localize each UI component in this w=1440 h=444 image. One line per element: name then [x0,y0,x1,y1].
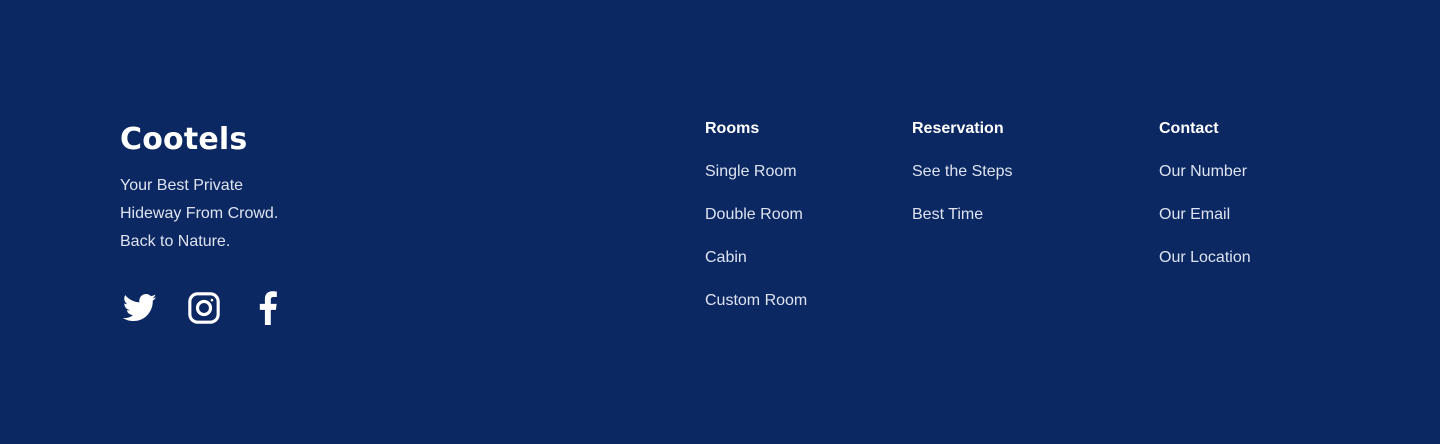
footer-column-contact: Contact Our Number Our Email Our Locatio… [1159,118,1251,290]
instagram-link[interactable] [184,288,224,328]
brand-tagline: Your Best Private Hideway From Crowd. Ba… [120,172,310,256]
link-see-the-steps[interactable]: See the Steps [912,161,1013,183]
tagline-line: Hideway From Crowd. [120,205,279,222]
column-title-contact: Contact [1159,120,1219,137]
brand-logo-text[interactable]: Cootels [120,120,310,160]
link-our-number[interactable]: Our Number [1159,161,1251,183]
instagram-icon [187,291,221,325]
brand-block: Cootels Your Best Private Hideway From C… [120,120,310,256]
link-single-room[interactable]: Single Room [705,161,807,183]
facebook-icon [258,291,278,325]
column-title-rooms: Rooms [705,120,760,137]
twitter-link[interactable] [120,288,160,328]
link-custom-room[interactable]: Custom Room [705,290,807,312]
footer-column-reservation: Reservation See the Steps Best Time [912,118,1013,247]
tagline-line: Your Best Private [120,177,244,194]
column-title-reservation: Reservation [912,120,1004,137]
link-double-room[interactable]: Double Room [705,204,807,226]
site-footer: Cootels Your Best Private Hideway From C… [0,0,1440,444]
twitter-icon [123,293,157,323]
footer-column-rooms: Rooms Single Room Double Room Cabin Cust… [705,118,807,333]
link-cabin[interactable]: Cabin [705,247,807,269]
social-links [120,288,288,328]
facebook-link[interactable] [248,288,288,328]
link-our-location[interactable]: Our Location [1159,247,1251,269]
link-best-time[interactable]: Best Time [912,204,1013,226]
link-our-email[interactable]: Our Email [1159,204,1251,226]
tagline-line: Back to Nature. [120,233,231,250]
